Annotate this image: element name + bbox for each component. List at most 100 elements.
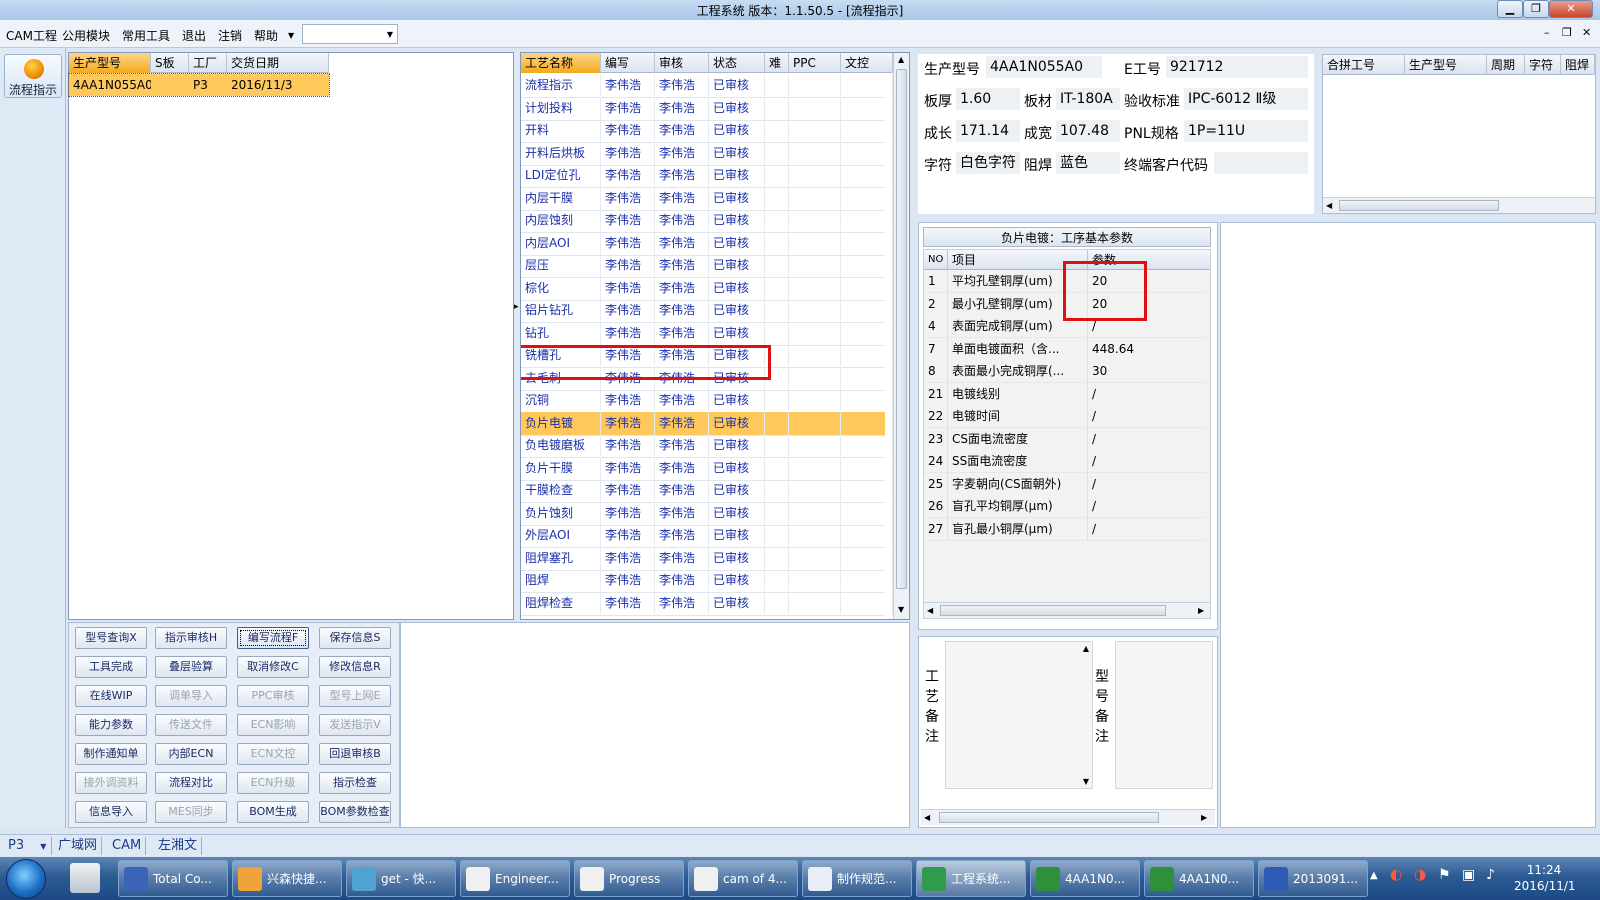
tray-security-icon[interactable]: ◑: [1414, 867, 1426, 883]
action-button[interactable]: 工具完成: [75, 656, 147, 678]
table-row[interactable]: 26 盲孔平均铜厚(μm) /: [924, 495, 1206, 518]
tray-volume-icon[interactable]: ♪: [1486, 867, 1495, 883]
thickness-value[interactable]: 1.60: [956, 88, 1020, 110]
table-row[interactable]: 层压 李伟浩 李伟浩 已审核: [521, 254, 893, 278]
scroll-up-icon[interactable]: ▲: [898, 55, 904, 64]
col-no[interactable]: NO: [924, 250, 948, 270]
table-row[interactable]: 负片蚀刻 李伟浩 李伟浩 已审核: [521, 501, 893, 526]
taskbar-item[interactable]: 工程系统...: [916, 860, 1026, 897]
notes-hscrollbar[interactable]: ◀ ▶: [921, 809, 1215, 825]
action-button[interactable]: BOM生成: [237, 801, 309, 823]
char-value[interactable]: 白色字符: [956, 152, 1020, 174]
customer-value[interactable]: [1214, 152, 1308, 174]
table-row[interactable]: 阻焊检查 李伟浩 李伟浩 已审核: [521, 591, 893, 616]
scroll-up-icon[interactable]: ▲: [1083, 644, 1089, 653]
table-row[interactable]: 内层蚀刻 李伟浩 李伟浩 已审核: [521, 209, 893, 233]
col-merge-part[interactable]: 生产型号: [1405, 55, 1487, 75]
menu-cam-project[interactable]: CAM工程: [6, 27, 57, 44]
col-merge-eno[interactable]: 合拼工号: [1323, 55, 1405, 75]
taskbar-item[interactable]: Progress: [574, 860, 684, 897]
taskbar-item[interactable]: 制作规范...: [802, 860, 912, 897]
action-button[interactable]: BOM参数检查: [319, 801, 391, 823]
merge-hscrollbar[interactable]: ◀: [1323, 197, 1595, 213]
pnl-value[interactable]: 1P=11U: [1184, 120, 1308, 142]
col-process-name[interactable]: 工艺名称: [521, 53, 601, 73]
action-button[interactable]: ECN升级: [237, 772, 309, 794]
params-hscrollbar[interactable]: ◀ ▶: [924, 602, 1210, 618]
table-row[interactable]: 23 CS面电流密度 /: [924, 427, 1206, 451]
scroll-right-icon[interactable]: ▶: [1198, 606, 1204, 615]
table-row[interactable]: 开料后烘板 李伟浩 李伟浩 已审核: [521, 141, 893, 166]
col-merge-mask[interactable]: 阻焊: [1561, 55, 1595, 75]
table-row[interactable]: 铝片钻孔 李伟浩 李伟浩 已审核: [521, 299, 893, 323]
taskbar-item[interactable]: Engineer...: [460, 860, 570, 897]
material-value[interactable]: IT-180A: [1056, 88, 1120, 110]
action-button[interactable]: 叠层验算: [155, 656, 227, 678]
col-merge-char[interactable]: 字符: [1525, 55, 1561, 75]
col-delivery-date[interactable]: 交货日期: [227, 53, 329, 73]
table-row[interactable]: 阻焊塞孔 李伟浩 李伟浩 已审核: [521, 546, 893, 571]
table-row[interactable]: 24 SS面电流密度 /: [924, 450, 1206, 473]
close-button[interactable]: ✕: [1549, 0, 1593, 18]
action-button[interactable]: 指示审核H: [155, 627, 227, 649]
start-button[interactable]: [6, 859, 46, 899]
col-merge-period[interactable]: 周期: [1487, 55, 1525, 75]
table-row[interactable]: 计划投料 李伟浩 李伟浩 已审核: [521, 96, 893, 121]
action-button[interactable]: 能力参数: [75, 714, 147, 736]
action-button[interactable]: 在线WIP: [75, 685, 147, 707]
taskbar-item[interactable]: 2013091...: [1258, 860, 1368, 897]
table-row[interactable]: 8 表面最小完成铜厚(... 30: [924, 360, 1206, 383]
calculator-icon[interactable]: [70, 863, 100, 893]
table-row[interactable]: 流程指示 李伟浩 李伟浩 已审核: [521, 74, 893, 98]
col-factory[interactable]: 工厂: [189, 53, 227, 73]
menu-exit[interactable]: 退出: [182, 27, 206, 44]
scroll-down-icon[interactable]: ▼: [898, 605, 904, 614]
action-button[interactable]: 发送指示V: [319, 714, 391, 736]
col-ppc[interactable]: PPC: [789, 53, 841, 73]
model-note-textarea[interactable]: [1115, 641, 1213, 789]
taskbar-item[interactable]: 4AA1N0...: [1030, 860, 1140, 897]
action-button[interactable]: 型号上网E: [319, 685, 391, 707]
action-button[interactable]: PPC审核: [237, 685, 309, 707]
taskbar-item[interactable]: cam of 4...: [688, 860, 798, 897]
col-author[interactable]: 编写: [601, 53, 655, 73]
taskbar-item[interactable]: 4AA1N0...: [1144, 860, 1254, 897]
table-row[interactable]: 25 字麦朝向(CS面朝外) /: [924, 472, 1206, 496]
menu-logout[interactable]: 注销: [218, 27, 242, 44]
action-button[interactable]: 内部ECN: [155, 743, 227, 765]
col-reviewer[interactable]: 审核: [655, 53, 709, 73]
mdi-close-icon[interactable]: ✕: [1582, 26, 1591, 39]
table-row[interactable]: 内层AOI 李伟浩 李伟浩 已审核: [521, 231, 893, 256]
table-row[interactable]: 负电镀磨板 李伟浩 李伟浩 已审核: [521, 434, 893, 458]
action-button[interactable]: 调单导入: [155, 685, 227, 707]
action-button[interactable]: MES同步: [155, 801, 227, 823]
menu-common-modules[interactable]: 公用模块: [62, 27, 110, 44]
factory-selector[interactable]: P3 ▼: [4, 837, 52, 855]
table-row[interactable]: 7 单面电镀面积（含... 448.64: [924, 337, 1206, 361]
table-row[interactable]: 22 电镀时间 /: [924, 405, 1206, 428]
help-dropdown-icon[interactable]: ▼: [288, 31, 294, 40]
menu-common-tools[interactable]: 常用工具: [122, 27, 170, 44]
standard-value[interactable]: IPC-6012 Ⅱ级: [1184, 88, 1308, 110]
length-value[interactable]: 171.14: [956, 120, 1020, 142]
minimize-button[interactable]: ▁: [1497, 0, 1523, 18]
tray-network-icon[interactable]: ▣: [1462, 867, 1475, 883]
mdi-minimize-icon[interactable]: –: [1544, 26, 1550, 39]
table-row[interactable]: 27 盲孔最小铜厚(μm) /: [924, 517, 1206, 541]
table-row[interactable]: 内层干膜 李伟浩 李伟浩 已审核: [521, 186, 893, 211]
process-scroll-thumb[interactable]: [896, 69, 907, 589]
mask-value[interactable]: 蓝色: [1056, 152, 1120, 174]
table-row[interactable]: 棕化 李伟浩 李伟浩 已审核: [521, 276, 893, 301]
action-button[interactable]: ECN影响: [237, 714, 309, 736]
params-scroll-thumb[interactable]: [940, 605, 1166, 616]
action-button[interactable]: 指示检查: [319, 772, 391, 794]
taskbar-item[interactable]: Total Co...: [118, 860, 228, 897]
mdi-restore-icon[interactable]: ❐: [1562, 26, 1572, 39]
tray-flag-icon[interactable]: ⚑: [1438, 867, 1451, 883]
scroll-left-icon[interactable]: ◀: [1326, 201, 1332, 210]
table-row[interactable]: 阻焊 李伟浩 李伟浩 已审核: [521, 569, 893, 593]
scroll-right-icon[interactable]: ▶: [1201, 813, 1207, 822]
menu-help[interactable]: 帮助: [254, 27, 278, 44]
action-button[interactable]: 流程对比: [155, 772, 227, 794]
action-button[interactable]: 制作通知单: [75, 743, 147, 765]
